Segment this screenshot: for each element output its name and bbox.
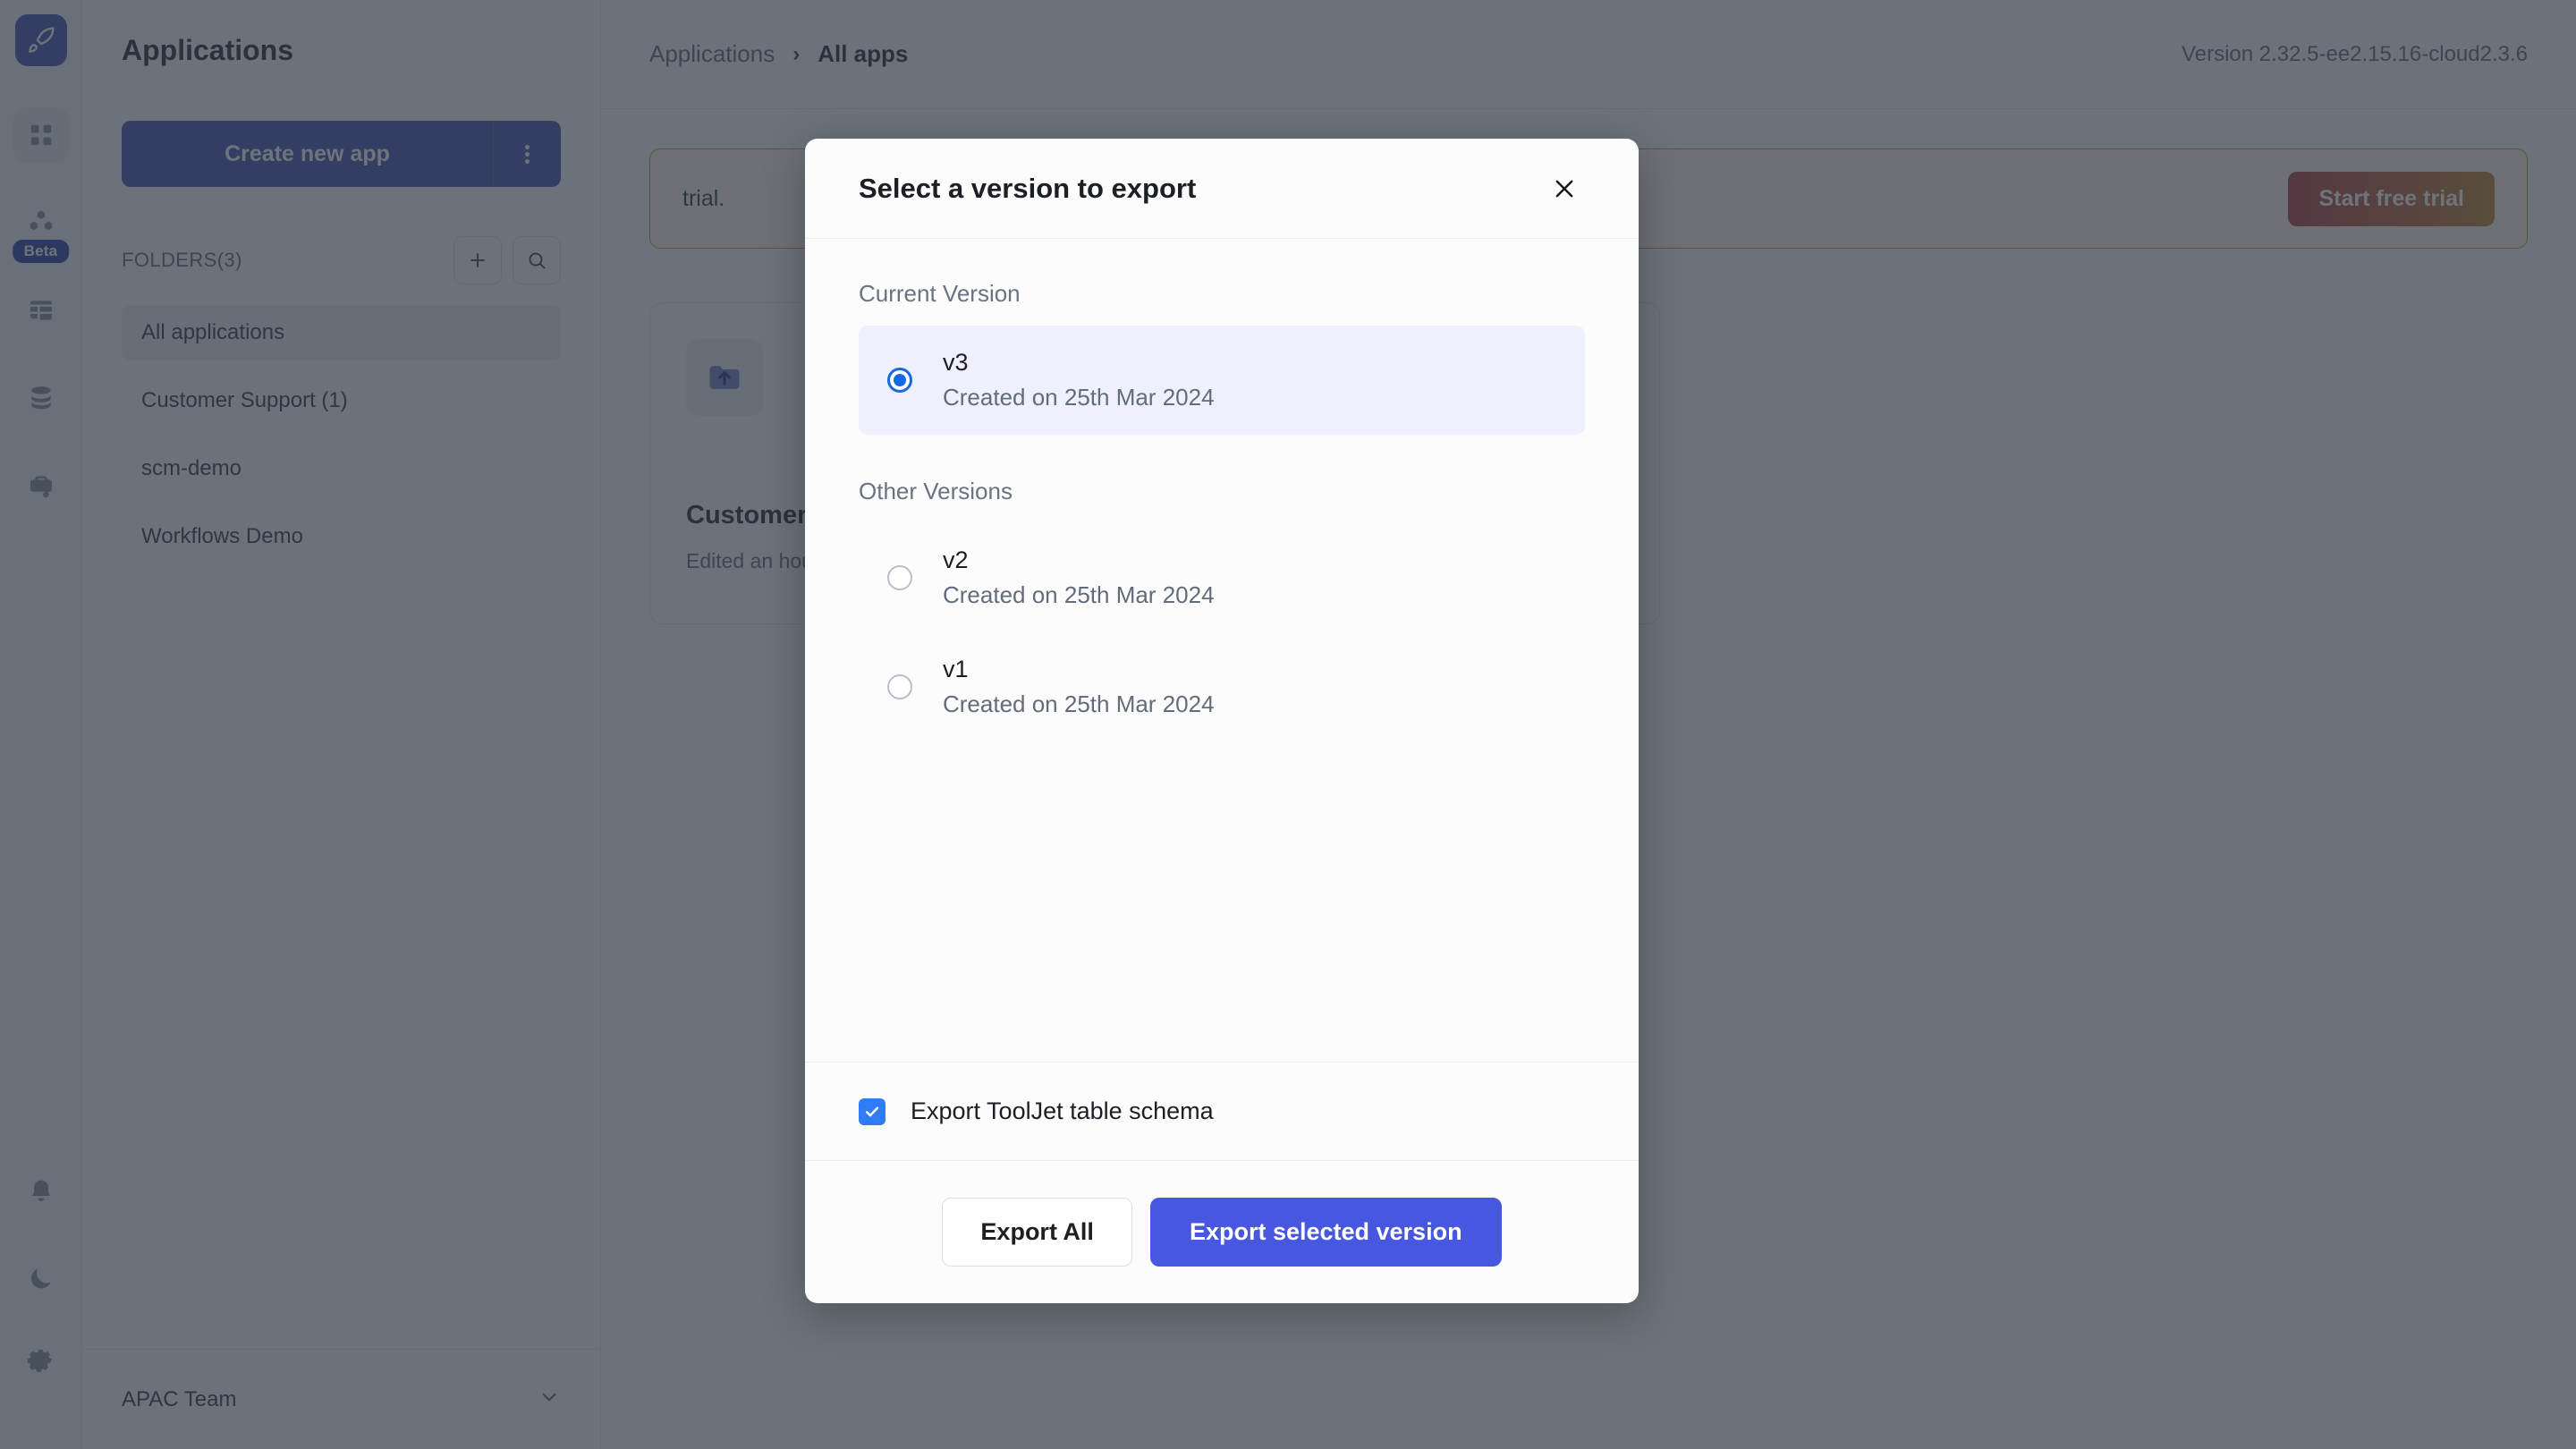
current-version-group-label: Current Version xyxy=(859,280,1021,307)
export-schema-checkbox[interactable] xyxy=(859,1097,886,1125)
version-option-v3[interactable]: v3 Created on 25th Mar 2024 xyxy=(859,326,1585,435)
close-icon[interactable] xyxy=(1544,168,1585,209)
version-date: Created on 25th Mar 2024 xyxy=(943,581,1215,608)
export-schema-label: Export ToolJet table schema xyxy=(911,1097,1214,1124)
modal-body: Current Version v3 Created on 25th Mar 2… xyxy=(805,239,1639,1062)
version-option-v2[interactable]: v2 Created on 25th Mar 2024 xyxy=(859,523,1585,632)
radio-button-v1[interactable] xyxy=(887,674,912,699)
version-date: Created on 25th Mar 2024 xyxy=(943,691,1215,717)
export-selected-version-button[interactable]: Export selected version xyxy=(1149,1198,1502,1267)
other-versions-group-label: Other Versions xyxy=(859,478,1013,504)
version-name: v3 xyxy=(943,349,969,376)
modal-header: Select a version to export xyxy=(805,139,1639,239)
export-version-modal: Select a version to export Current Versi… xyxy=(805,139,1639,1303)
modal-title: Select a version to export xyxy=(859,172,1197,204)
version-date: Created on 25th Mar 2024 xyxy=(943,384,1215,411)
radio-button-v2[interactable] xyxy=(887,565,912,590)
export-all-button[interactable]: Export All xyxy=(942,1198,1132,1267)
export-schema-row[interactable]: Export ToolJet table schema xyxy=(805,1062,1639,1160)
version-option-v1[interactable]: v1 Created on 25th Mar 2024 xyxy=(859,632,1585,741)
version-name: v1 xyxy=(943,656,969,682)
version-name: v2 xyxy=(943,547,969,573)
radio-button-v3[interactable] xyxy=(887,368,912,393)
modal-footer: Export All Export selected version xyxy=(805,1160,1639,1303)
